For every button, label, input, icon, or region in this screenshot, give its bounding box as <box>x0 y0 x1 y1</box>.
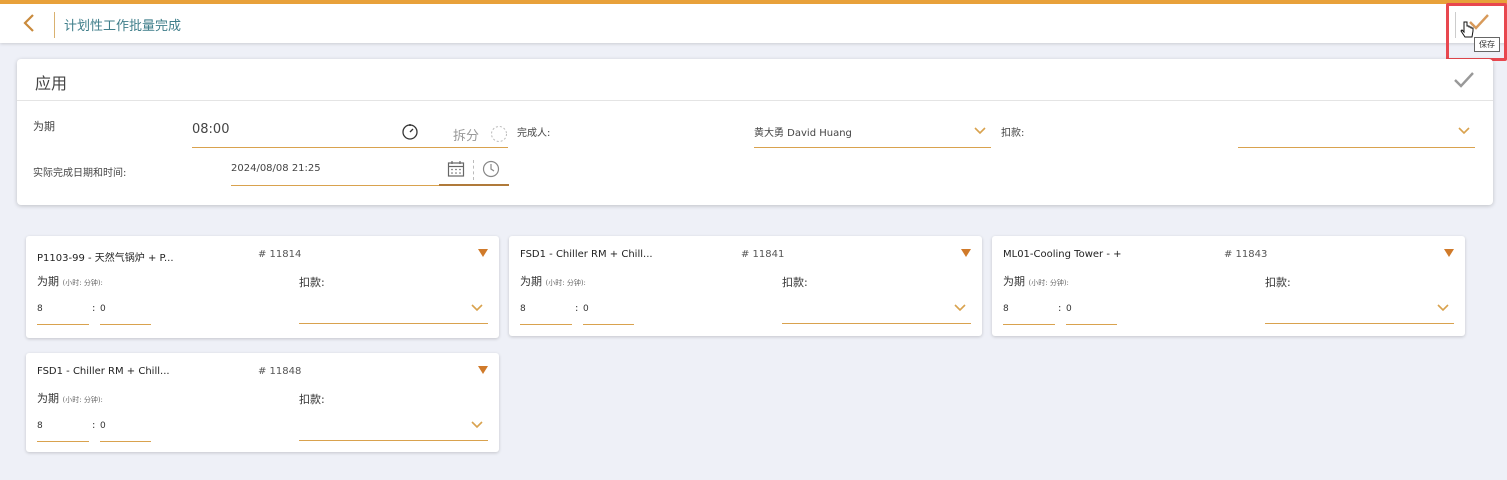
minutes-input[interactable]: 0 <box>1066 304 1072 314</box>
actual-datetime-label: 实际完成日期和时间: <box>33 168 127 179</box>
work-order-card: FSD1 - Chiller RM + Chill... # 11848 为期 … <box>26 353 499 452</box>
duration-label-text: 为期 <box>520 275 542 288</box>
completed-by-underline <box>754 147 991 148</box>
top-bar: 计划性工作批量完成 <box>0 0 1507 43</box>
triangle-down-icon[interactable] <box>478 249 488 257</box>
chevron-down-icon[interactable] <box>471 304 483 312</box>
duration-unit-label: (小时: 分钟): <box>62 396 103 404</box>
chevron-down-icon[interactable] <box>471 421 483 429</box>
actual-datetime-underline <box>231 185 440 186</box>
chevron-down-icon[interactable] <box>954 304 966 312</box>
actual-datetime-input[interactable]: 2024/08/08 21:25 <box>231 163 321 174</box>
work-order-title: FSD1 - Chiller RM + Chill... <box>520 249 653 260</box>
triangle-down-icon[interactable] <box>1444 249 1454 257</box>
divider <box>473 160 474 180</box>
minutes-input[interactable]: 0 <box>583 304 589 314</box>
page-title: 计划性工作批量完成 <box>64 19 182 34</box>
work-order-card: ML01-Cooling Tower - + # 11843 为期 (小时: 分… <box>992 236 1465 336</box>
apply-button[interactable] <box>1453 70 1475 90</box>
minutes-underline <box>1066 324 1117 325</box>
back-arrow-icon <box>23 14 34 32</box>
work-order-card: P1103-99 - 天然气锅炉 + P... # 11814 为期 (小时: … <box>26 236 499 338</box>
duration-label-text: 为期 <box>37 392 59 405</box>
deduction-label: 扣款: <box>299 276 325 289</box>
triangle-down-icon[interactable] <box>478 366 488 374</box>
completed-by-label: 完成人: <box>517 128 551 139</box>
deduction-select[interactable] <box>299 323 488 324</box>
apply-panel-header: 应用 <box>17 59 1493 101</box>
deduction-underline <box>1238 147 1475 148</box>
active-tab-underline <box>439 184 509 186</box>
minutes-input[interactable]: 0 <box>100 421 106 431</box>
minutes-input[interactable]: 0 <box>100 304 106 314</box>
split-label: 拆分 <box>453 129 480 144</box>
back-button[interactable] <box>22 13 42 35</box>
hours-input[interactable]: 8 <box>37 421 43 431</box>
calendar-icon[interactable] <box>447 160 465 178</box>
time-separator: : <box>1058 303 1062 314</box>
work-order-title: ML01-Cooling Tower - + <box>1003 249 1122 260</box>
deduction-select[interactable] <box>1265 323 1454 324</box>
duration-label-text: 为期 <box>37 275 59 288</box>
time-separator: : <box>92 420 96 431</box>
deduction-label: 扣款: <box>299 393 325 406</box>
duration-input[interactable]: 08:00 <box>192 122 229 137</box>
hours-underline <box>37 441 89 442</box>
duration-underline <box>192 147 508 148</box>
cursor-hand-icon <box>1460 21 1474 38</box>
duration-unit-label: (小时: 分钟): <box>62 279 103 287</box>
work-order-title: FSD1 - Chiller RM + Chill... <box>37 366 170 377</box>
deduction-label: 扣款: <box>1001 128 1025 139</box>
triangle-down-icon[interactable] <box>961 249 971 257</box>
apply-title: 应用 <box>35 74 68 93</box>
work-order-number: # 11841 <box>741 249 785 260</box>
duration-label: 为期 <box>33 120 55 133</box>
minutes-underline <box>583 324 634 325</box>
completed-by-select[interactable]: 黄大勇 David Huang <box>754 124 852 139</box>
split-toggle-icon[interactable] <box>490 125 508 143</box>
deduction-select[interactable] <box>299 440 488 441</box>
work-order-number: # 11843 <box>1224 249 1268 260</box>
deduction-label: 扣款: <box>1265 276 1291 289</box>
chevron-down-icon[interactable] <box>974 127 986 135</box>
timer-icon[interactable] <box>401 123 419 141</box>
duration-label: 为期 (小时: 分钟): <box>520 273 586 289</box>
time-separator: : <box>92 303 96 314</box>
duration-label: 为期 (小时: 分钟): <box>1003 273 1069 289</box>
work-order-number: # 11848 <box>258 366 302 377</box>
divider <box>54 12 55 38</box>
duration-label: 为期 (小时: 分钟): <box>37 273 103 289</box>
save-tooltip: 保存 <box>1474 37 1500 52</box>
minutes-underline <box>100 324 151 325</box>
work-order-card: FSD1 - Chiller RM + Chill... # 11841 为期 … <box>509 236 982 336</box>
hours-input[interactable]: 8 <box>37 304 43 314</box>
deduction-label: 扣款: <box>782 276 808 289</box>
hours-underline <box>37 324 89 325</box>
hours-input[interactable]: 8 <box>1003 304 1009 314</box>
duration-label-text: 为期 <box>1003 275 1025 288</box>
hours-input[interactable]: 8 <box>520 304 526 314</box>
hours-underline <box>1003 324 1055 325</box>
hours-underline <box>520 324 572 325</box>
duration-unit-label: (小时: 分钟): <box>545 279 586 287</box>
chevron-down-icon[interactable] <box>1437 304 1449 312</box>
duration-unit-label: (小时: 分钟): <box>1028 279 1069 287</box>
apply-panel: 应用 为期 08:00 拆分 完成人: 黄大勇 David Huang 扣款: … <box>17 59 1493 205</box>
time-separator: : <box>575 303 579 314</box>
minutes-underline <box>100 441 151 442</box>
duration-label: 为期 (小时: 分钟): <box>37 390 103 406</box>
chevron-down-icon[interactable] <box>1458 127 1470 135</box>
deduction-select[interactable] <box>782 323 971 324</box>
work-order-title: P1103-99 - 天然气锅炉 + P... <box>37 253 174 264</box>
clock-icon[interactable] <box>482 160 500 178</box>
work-order-number: # 11814 <box>258 249 302 260</box>
